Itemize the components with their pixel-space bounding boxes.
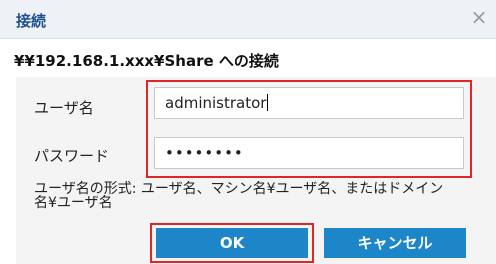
dialog-titlebar: 接続 × (0, 0, 496, 39)
username-label: ユーザ名 (34, 99, 94, 117)
share-path-title: ¥¥192.168.1.xxx¥Share への接続 (14, 52, 279, 70)
dialog-title: 接続 (16, 12, 47, 30)
username-value: administrator (165, 94, 267, 112)
text-caret (267, 94, 269, 111)
username-field[interactable]: administrator (154, 87, 464, 119)
username-format-hint: ユーザ名の形式: ユーザ名、マシン名¥ユーザ名、またはドメイン名¥ユーザ名 (34, 181, 444, 211)
password-field[interactable]: •••••••• (154, 137, 464, 169)
ok-button[interactable]: OK (156, 228, 308, 258)
cancel-button[interactable]: キャンセル (324, 228, 466, 258)
password-label: パスワード (34, 147, 110, 165)
close-icon[interactable]: × (468, 6, 490, 28)
password-value: •••••••• (165, 144, 244, 162)
